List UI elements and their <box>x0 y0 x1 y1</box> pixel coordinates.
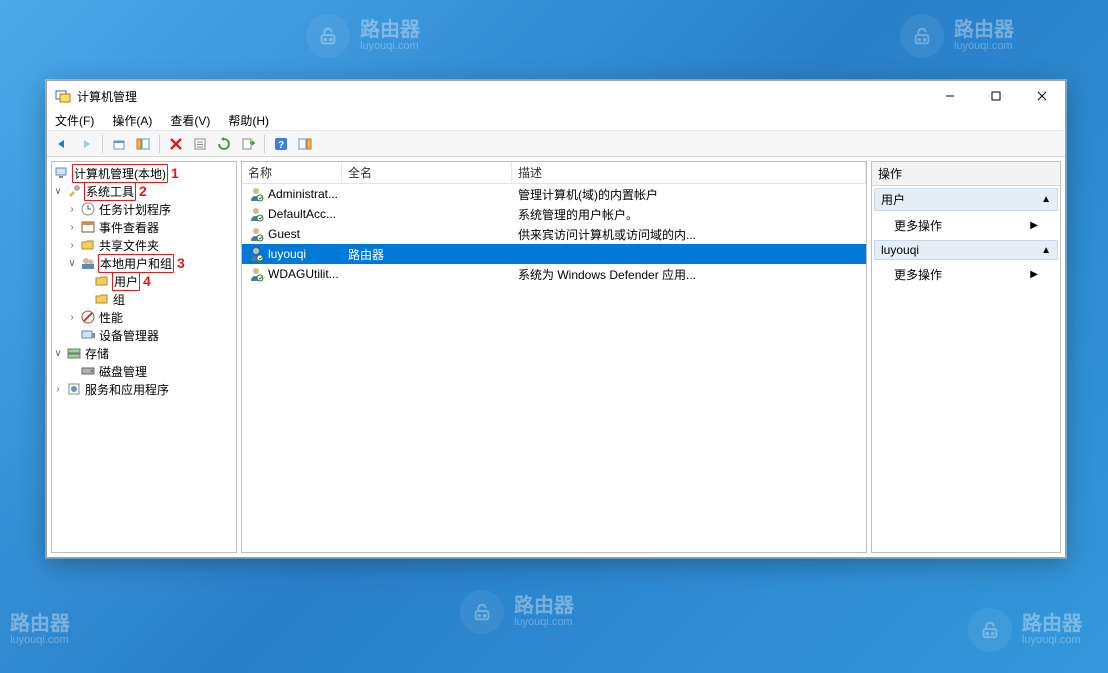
collapse-icon[interactable]: ∨ <box>52 186 64 197</box>
storage-icon <box>66 345 82 361</box>
tree-services-apps[interactable]: › 服务和应用程序 <box>52 380 236 398</box>
menu-help[interactable]: 帮助(H) <box>224 112 273 129</box>
app-icon <box>55 88 71 104</box>
user-icon <box>248 226 264 242</box>
tree-users[interactable]: 用户 4 <box>52 272 236 290</box>
user-icon <box>248 186 264 202</box>
clock-icon <box>80 201 96 217</box>
window-title: 计算机管理 <box>77 88 927 105</box>
performance-icon <box>80 309 96 325</box>
maximize-button[interactable] <box>973 81 1019 111</box>
expand-icon[interactable]: › <box>66 312 78 323</box>
action-item[interactable]: 更多操作▶ <box>874 262 1058 287</box>
action-item[interactable]: 更多操作▶ <box>874 213 1058 238</box>
tree-pane: 计算机管理(本地) 1 ∨ 系统工具 2 › 任务计划程序 › 事 <box>51 161 237 553</box>
export-button[interactable] <box>237 133 259 155</box>
refresh-button[interactable] <box>213 133 235 155</box>
shared-folder-icon <box>80 237 96 253</box>
column-desc[interactable]: 描述 <box>512 162 866 183</box>
user-desc: 供来宾访问计算机或访问域的内... <box>512 226 866 243</box>
menu-file[interactable]: 文件(F) <box>51 112 98 129</box>
folder-icon <box>94 273 110 289</box>
menu-action[interactable]: 操作(A) <box>108 112 156 129</box>
watermark-sub: luyouqi.com <box>360 40 420 52</box>
computer-management-window: 计算机管理 文件(F) 操作(A) 查看(V) 帮助(H) ? <box>46 80 1066 558</box>
user-icon <box>248 266 264 282</box>
menu-view[interactable]: 查看(V) <box>166 112 214 129</box>
column-full[interactable]: 全名 <box>342 162 512 183</box>
user-name: DefaultAcc... <box>268 207 336 221</box>
up-button[interactable] <box>108 133 130 155</box>
user-row[interactable]: luyouqi 路由器 <box>242 244 866 264</box>
user-row[interactable]: DefaultAcc... 系统管理的用户帐户。 <box>242 204 866 224</box>
folder-icon <box>94 291 110 307</box>
user-desc: 管理计算机(域)的内置帐户 <box>512 186 866 203</box>
submenu-icon: ▶ <box>1030 269 1038 280</box>
user-full: 路由器 <box>342 246 512 263</box>
tree-storage[interactable]: ∨ 存储 <box>52 344 236 362</box>
menubar: 文件(F) 操作(A) 查看(V) 帮助(H) <box>47 111 1065 131</box>
collapse-icon[interactable]: ∨ <box>66 258 78 269</box>
tree-disk-management[interactable]: 磁盘管理 <box>52 362 236 380</box>
list-header: 名称 全名 描述 <box>242 162 866 184</box>
help-button[interactable]: ? <box>270 133 292 155</box>
back-button[interactable] <box>51 133 73 155</box>
user-name: Administrat... <box>268 187 338 201</box>
tree-local-users-groups[interactable]: ∨ 本地用户和组 3 <box>52 254 236 272</box>
expand-icon[interactable]: › <box>66 204 78 215</box>
computer-icon <box>54 165 70 181</box>
disk-icon <box>80 363 96 379</box>
collapse-icon: ▲ <box>1041 245 1051 256</box>
device-icon <box>80 327 96 343</box>
toolbar: ? <box>47 131 1065 157</box>
actions-title: 操作 <box>872 162 1060 186</box>
tree-performance[interactable]: › 性能 <box>52 308 236 326</box>
tree-device-manager[interactable]: 设备管理器 <box>52 326 236 344</box>
tree-root[interactable]: 计算机管理(本地) 1 <box>52 164 236 182</box>
actions-pane: 操作 用户▲更多操作▶luyouqi▲更多操作▶ <box>871 161 1061 553</box>
actions-pane-toggle[interactable] <box>294 133 316 155</box>
event-icon <box>80 219 96 235</box>
collapse-icon[interactable]: ∨ <box>52 348 64 359</box>
user-desc: 系统管理的用户帐户。 <box>512 206 866 223</box>
tree-shared-folders[interactable]: › 共享文件夹 <box>52 236 236 254</box>
tree-system-tools[interactable]: ∨ 系统工具 2 <box>52 182 236 200</box>
users-group-icon <box>80 255 96 271</box>
user-icon <box>248 206 264 222</box>
user-desc: 系统为 Windows Defender 应用... <box>512 266 866 283</box>
expand-icon[interactable]: › <box>52 384 64 395</box>
tree-task-scheduler[interactable]: › 任务计划程序 <box>52 200 236 218</box>
action-group-header[interactable]: luyouqi▲ <box>874 240 1058 260</box>
services-icon <box>66 381 82 397</box>
show-hide-button[interactable] <box>132 133 154 155</box>
svg-text:?: ? <box>278 140 284 151</box>
user-name: luyouqi <box>268 247 306 261</box>
submenu-icon: ▶ <box>1030 220 1038 231</box>
tree-groups[interactable]: 组 <box>52 290 236 308</box>
user-name: WDAGUtilit... <box>268 267 339 281</box>
list-pane: 名称 全名 描述 Administrat...管理计算机(域)的内置帐户Defa… <box>241 161 867 553</box>
expand-icon[interactable]: › <box>66 240 78 251</box>
forward-button[interactable] <box>75 133 97 155</box>
user-row[interactable]: WDAGUtilit... 系统为 Windows Defender 应用... <box>242 264 866 284</box>
tree-event-viewer[interactable]: › 事件查看器 <box>52 218 236 236</box>
action-group-header[interactable]: 用户▲ <box>874 188 1058 211</box>
properties-button[interactable] <box>189 133 211 155</box>
minimize-button[interactable] <box>927 81 973 111</box>
user-icon <box>248 246 264 262</box>
delete-button[interactable] <box>165 133 187 155</box>
titlebar[interactable]: 计算机管理 <box>47 81 1065 111</box>
tools-icon <box>66 183 82 199</box>
close-button[interactable] <box>1019 81 1065 111</box>
user-row[interactable]: Guest 供来宾访问计算机或访问域的内... <box>242 224 866 244</box>
watermark-text: 路由器 <box>360 20 420 40</box>
collapse-icon: ▲ <box>1041 194 1051 205</box>
expand-icon[interactable]: › <box>66 222 78 233</box>
user-row[interactable]: Administrat... 管理计算机(域)的内置帐户 <box>242 184 866 204</box>
user-name: Guest <box>268 227 300 241</box>
list-body: Administrat...管理计算机(域)的内置帐户DefaultAcc...… <box>242 184 866 552</box>
column-name[interactable]: 名称 <box>242 162 342 183</box>
